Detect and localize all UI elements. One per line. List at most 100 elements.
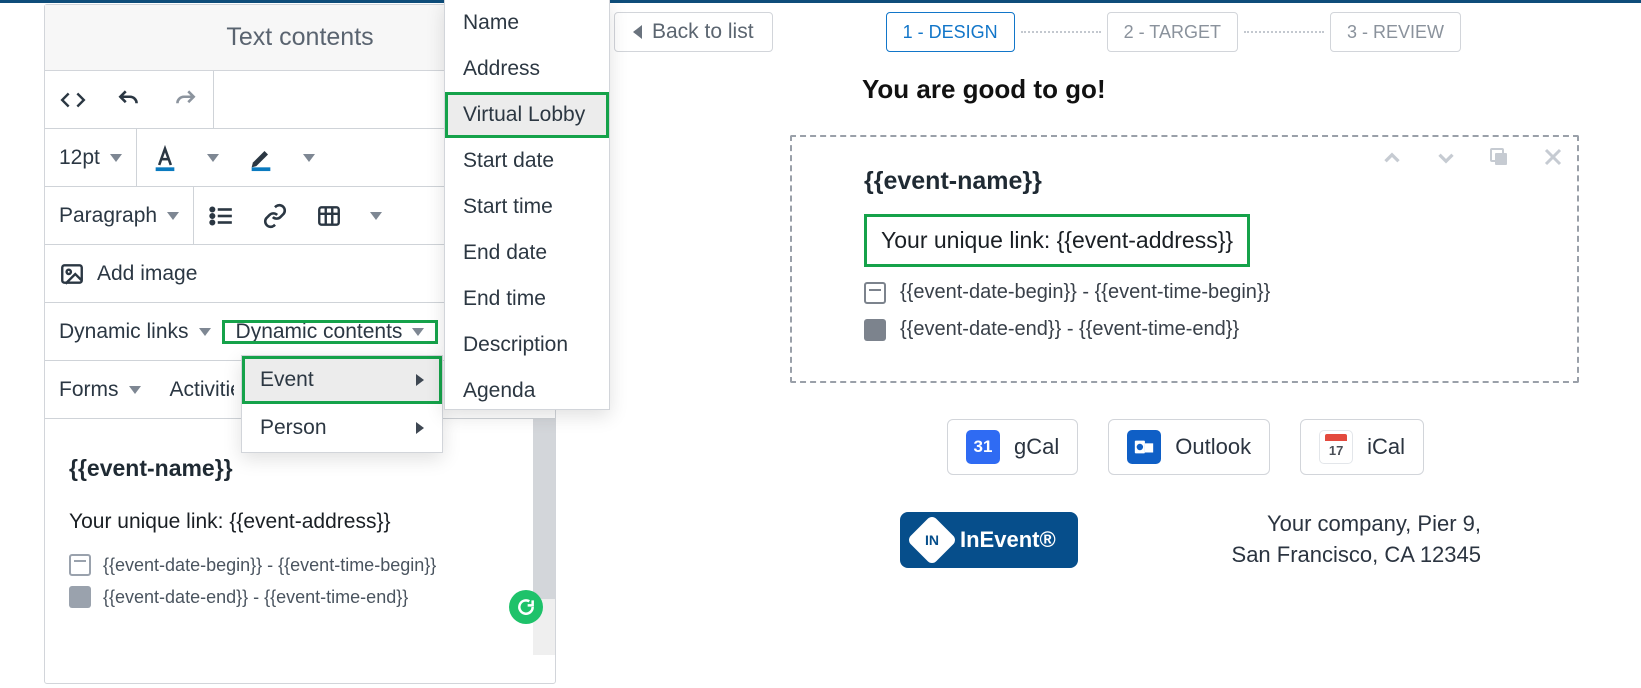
menu-person[interactable]: Person bbox=[242, 404, 442, 452]
submenu-description-label: Description bbox=[463, 333, 568, 357]
step-design[interactable]: 1 - DESIGN bbox=[886, 12, 1015, 52]
submenu-description[interactable]: Description bbox=[445, 322, 609, 368]
submenu-end-time-label: End time bbox=[463, 287, 546, 311]
link-icon bbox=[262, 203, 288, 229]
preview-footer: InEvent® Your company, Pier 9, San Franc… bbox=[900, 509, 1481, 571]
back-label: Back to list bbox=[652, 20, 754, 44]
table-button[interactable] bbox=[302, 187, 356, 244]
chevron-down-icon bbox=[199, 328, 211, 336]
redo-icon bbox=[172, 87, 198, 113]
submenu-start-time[interactable]: Start time bbox=[445, 184, 609, 230]
brand-name: InEvent® bbox=[960, 527, 1056, 553]
card-date-begin: {{event-date-begin}} - {{event-time-begi… bbox=[900, 281, 1270, 304]
submenu-end-date[interactable]: End date bbox=[445, 230, 609, 276]
chevron-left-icon bbox=[633, 25, 642, 39]
step-target[interactable]: 2 - TARGET bbox=[1107, 12, 1238, 52]
card-toolbar bbox=[1379, 145, 1567, 171]
chevron-right-icon bbox=[416, 374, 424, 386]
outlook-icon bbox=[1127, 430, 1161, 464]
calendar-buttons: 31 gCal Outlook iCal bbox=[780, 419, 1591, 475]
activities-label: Activities bbox=[170, 378, 234, 402]
menu-event[interactable]: Event bbox=[242, 356, 442, 404]
code-icon bbox=[60, 87, 86, 113]
outlook-button[interactable]: Outlook bbox=[1108, 419, 1270, 475]
submenu-agenda-label: Agenda bbox=[463, 379, 535, 403]
chevron-down-icon bbox=[110, 154, 122, 162]
copy-icon[interactable] bbox=[1487, 145, 1513, 171]
card-unique-link: Your unique link: {{event-address}} bbox=[881, 227, 1233, 253]
submenu-virtual-lobby[interactable]: Virtual Lobby bbox=[445, 92, 609, 138]
submenu-name[interactable]: Name bbox=[445, 0, 609, 46]
card-unique-link-highlight: Your unique link: {{event-address}} bbox=[864, 214, 1250, 267]
editor-unique-link: Your unique link: {{event-address}} bbox=[69, 510, 531, 534]
text-color-icon bbox=[151, 144, 179, 172]
preview-pane: You are good to go! {{event-name}} Your … bbox=[780, 58, 1591, 668]
submenu-start-date-label: Start date bbox=[463, 149, 554, 173]
paragraph-select[interactable]: Paragraph bbox=[45, 187, 193, 244]
step-review[interactable]: 3 - REVIEW bbox=[1330, 12, 1461, 52]
undo-button[interactable] bbox=[101, 71, 157, 128]
highlight-dd[interactable] bbox=[289, 129, 329, 186]
list-button[interactable] bbox=[194, 187, 248, 244]
chevron-down-icon bbox=[207, 154, 219, 162]
dynamic-contents-select[interactable]: Dynamic contents bbox=[222, 320, 439, 344]
undo-icon bbox=[116, 87, 142, 113]
step-target-label: 2 - TARGET bbox=[1124, 22, 1221, 43]
redo-button[interactable] bbox=[157, 71, 213, 128]
gcal-button[interactable]: 31 gCal bbox=[947, 419, 1078, 475]
table-icon bbox=[316, 203, 342, 229]
paragraph-value: Paragraph bbox=[59, 204, 157, 228]
editor-date-end: {{event-date-end}} - {{event-time-end}} bbox=[103, 587, 408, 608]
chevron-down-icon bbox=[129, 386, 141, 394]
submenu-virtual-lobby-label: Virtual Lobby bbox=[463, 103, 585, 127]
outlook-label: Outlook bbox=[1175, 434, 1251, 460]
add-image-button[interactable]: Add image bbox=[45, 261, 211, 287]
calendar-outline-icon bbox=[69, 554, 91, 576]
submenu-address-label: Address bbox=[463, 57, 540, 81]
panel-title-text: Text contents bbox=[226, 23, 373, 52]
submenu-agenda[interactable]: Agenda bbox=[445, 368, 609, 414]
code-view-button[interactable] bbox=[45, 71, 101, 128]
font-size-select[interactable]: 12pt bbox=[45, 129, 136, 186]
ical-label: iCal bbox=[1367, 434, 1405, 460]
text-color-dd[interactable] bbox=[193, 129, 233, 186]
table-dd[interactable] bbox=[356, 187, 396, 244]
dynamic-links-label: Dynamic links bbox=[59, 320, 189, 344]
activities-select[interactable]: Activities bbox=[156, 378, 234, 402]
back-to-list-button[interactable]: Back to list bbox=[614, 12, 773, 52]
move-down-icon[interactable] bbox=[1433, 145, 1459, 171]
link-button[interactable] bbox=[248, 187, 302, 244]
move-up-icon[interactable] bbox=[1379, 145, 1405, 171]
editor-date-begin-row: {{event-date-begin}} - {{event-time-begi… bbox=[69, 554, 531, 576]
event-submenu: Name Address Virtual Lobby Start date St… bbox=[444, 0, 610, 410]
grammarly-icon[interactable] bbox=[509, 590, 543, 624]
gcal-icon: 31 bbox=[966, 430, 1000, 464]
forms-select[interactable]: Forms bbox=[45, 378, 155, 402]
submenu-address[interactable]: Address bbox=[445, 46, 609, 92]
gcal-day: 31 bbox=[974, 437, 993, 457]
card-event-name: {{event-name}} bbox=[864, 167, 1547, 196]
dynamic-links-select[interactable]: Dynamic links bbox=[45, 320, 221, 344]
card-date-end-row: {{event-date-end}} - {{event-time-end}} bbox=[864, 318, 1547, 341]
step-connector bbox=[1244, 31, 1324, 33]
ical-button[interactable]: iCal bbox=[1300, 419, 1424, 475]
calendar-filled-icon bbox=[864, 319, 886, 341]
image-icon bbox=[59, 261, 85, 287]
preview-card[interactable]: {{event-name}} Your unique link: {{event… bbox=[790, 135, 1579, 383]
preview-heading: You are good to go! bbox=[862, 74, 1591, 105]
submenu-start-date[interactable]: Start date bbox=[445, 138, 609, 184]
card-date-end: {{event-date-end}} - {{event-time-end}} bbox=[900, 318, 1239, 341]
calendar-filled-icon bbox=[69, 586, 91, 608]
menu-person-label: Person bbox=[260, 416, 327, 440]
highlight-button[interactable] bbox=[233, 129, 289, 186]
editor-content[interactable]: {{event-name}} Your unique link: {{event… bbox=[45, 419, 555, 648]
dynamic-contents-menu: Event Person bbox=[241, 355, 443, 453]
text-color-button[interactable] bbox=[137, 129, 193, 186]
submenu-end-time[interactable]: End time bbox=[445, 276, 609, 322]
font-size-value: 12pt bbox=[59, 146, 100, 170]
address-line-1: Your company, Pier 9, bbox=[1232, 509, 1481, 540]
close-icon[interactable] bbox=[1541, 145, 1567, 171]
dynamic-contents-label: Dynamic contents bbox=[236, 320, 403, 344]
add-image-label: Add image bbox=[97, 262, 197, 286]
editor-date-begin: {{event-date-begin}} - {{event-time-begi… bbox=[103, 555, 436, 576]
